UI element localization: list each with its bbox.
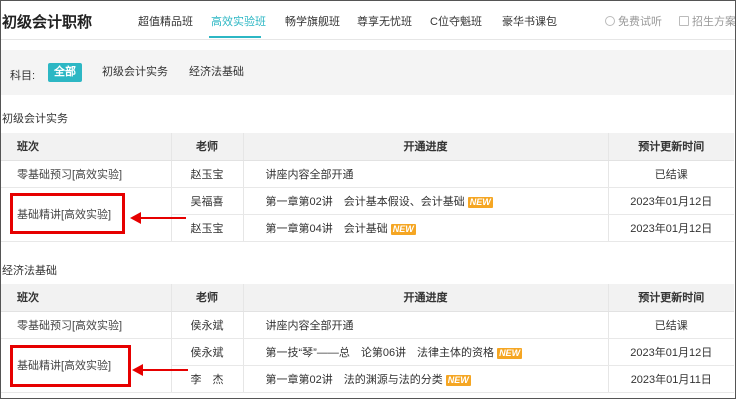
- progress-text: 第一章第02讲 会计基本假设、会计基础: [265, 195, 465, 208]
- new-badge: NEW: [390, 223, 416, 235]
- highlight-box: [10, 345, 131, 387]
- subject-option-economic-law[interactable]: 经济法基础: [183, 63, 250, 82]
- update-time: 已结课: [608, 160, 734, 188]
- teacher-name: 侯永斌: [171, 311, 244, 339]
- progress-text: 第一技“琴”——总 论第06讲 法律主体的资格: [265, 346, 495, 359]
- table-row: 零基础预习[高效实验] 侯永斌 讲座内容全部开通 已结课: [1, 311, 734, 339]
- progress-cell[interactable]: 第一章第04讲 会计基础 NEW: [243, 214, 609, 242]
- enroll-plan-label: 招生方案: [692, 16, 736, 28]
- progress-text: 讲座内容全部开通: [265, 319, 354, 332]
- tab-flagship-class[interactable]: 畅学旗舰班: [285, 13, 340, 29]
- progress-cell[interactable]: 第一章第02讲 会计基本假设、会计基础 NEW: [243, 187, 609, 215]
- new-badge: NEW: [497, 347, 523, 359]
- update-time: 2023年01月11日: [608, 365, 734, 393]
- progress-text: 第一章第02讲 法的渊源与法的分类: [265, 373, 443, 386]
- update-time: 2023年01月12日: [608, 338, 734, 366]
- progress-text: 第一章第04讲 会计基础: [265, 222, 388, 235]
- column-header-class: 班次: [1, 284, 172, 312]
- section-title-economic-law: 经济法基础: [2, 265, 57, 277]
- tab-efficient-lab-class[interactable]: 高效实验班: [211, 13, 266, 29]
- tab-book-course-bundle[interactable]: 豪华书课包: [502, 13, 557, 29]
- progress-cell: 讲座内容全部开通: [243, 160, 609, 188]
- column-header-teacher: 老师: [171, 284, 244, 312]
- tab-premium-class[interactable]: 尊享无忧班: [357, 13, 412, 29]
- subject-filter: 科目: 全部 初级会计实务 经济法基础: [1, 50, 734, 95]
- arrow-left-icon: [132, 364, 188, 376]
- column-header-class: 班次: [1, 133, 172, 161]
- column-header-progress: 开通进度: [243, 284, 609, 312]
- update-time: 2023年01月12日: [608, 187, 734, 215]
- progress-cell[interactable]: 第一技“琴”——总 论第06讲 法律主体的资格 NEW: [243, 338, 609, 366]
- section-title-accounting: 初级会计实务: [2, 113, 68, 125]
- teacher-name: 赵玉宝: [171, 160, 244, 188]
- progress-cell: 讲座内容全部开通: [243, 311, 609, 339]
- column-header-time: 预计更新时间: [608, 133, 734, 161]
- free-trial-label: 免费试听: [618, 16, 662, 28]
- class-name[interactable]: 零基础预习[高效实验]: [1, 311, 172, 339]
- subject-option-accounting[interactable]: 初级会计实务: [96, 63, 174, 82]
- column-header-time: 预计更新时间: [608, 284, 734, 312]
- teacher-name: 吴福喜: [171, 187, 244, 215]
- document-icon: [679, 16, 689, 26]
- new-badge: NEW: [445, 374, 471, 386]
- table-header-row: 班次 老师 开通进度 预计更新时间: [1, 284, 734, 312]
- column-header-progress: 开通进度: [243, 133, 609, 161]
- progress-text: 讲座内容全部开通: [265, 168, 354, 181]
- update-time: 已结课: [608, 311, 734, 339]
- tab-value-class[interactable]: 超值精品班: [138, 13, 193, 29]
- active-tab-indicator: [209, 36, 261, 38]
- column-header-teacher: 老师: [171, 133, 244, 161]
- play-circle-icon: [605, 16, 615, 26]
- top-navigation-bar: 初级会计职称 超值精品班 高效实验班 畅学旗舰班 尊享无忧班 C位夺魁班 豪华书…: [0, 0, 736, 40]
- class-name[interactable]: 零基础预习[高效实验]: [1, 160, 172, 188]
- arrow-left-icon: [130, 212, 186, 224]
- subject-option-all[interactable]: 全部: [48, 63, 82, 82]
- progress-cell[interactable]: 第一章第02讲 法的渊源与法的分类 NEW: [243, 365, 609, 393]
- update-time: 2023年01月12日: [608, 214, 734, 242]
- highlight-box: [10, 193, 125, 234]
- course-title: 初级会计职称: [2, 14, 93, 31]
- new-badge: NEW: [467, 196, 493, 208]
- table-row: 零基础预习[高效实验] 赵玉宝 讲座内容全部开通 已结课: [1, 160, 734, 188]
- teacher-name: 侯永斌: [171, 338, 244, 366]
- table-header-row: 班次 老师 开通进度 预计更新时间: [1, 133, 734, 161]
- tab-c-position-class[interactable]: C位夺魁班: [430, 13, 482, 29]
- enroll-plan-link[interactable]: 招生方案: [679, 13, 736, 29]
- subject-filter-label: 科目:: [10, 70, 36, 82]
- free-trial-link[interactable]: 免费试听: [605, 13, 662, 29]
